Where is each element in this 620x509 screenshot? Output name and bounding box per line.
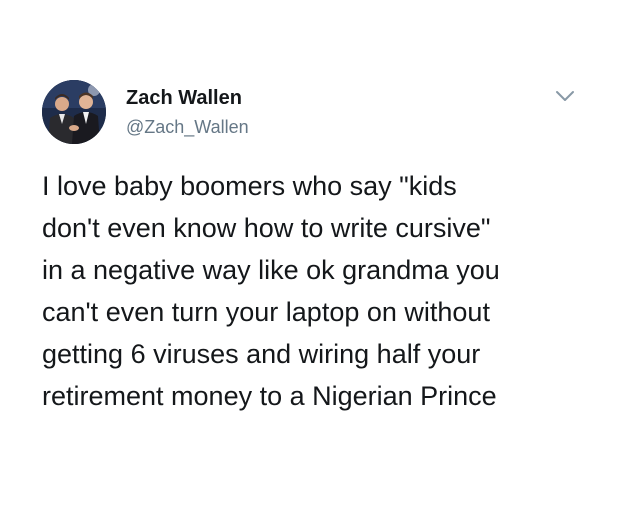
tweet-text-line: I love baby boomers who say "kids <box>42 171 457 201</box>
tweet-card: Zach Wallen @Zach_Wallen I love baby boo… <box>0 0 620 509</box>
profile-photo-icon <box>42 80 106 144</box>
author-name[interactable]: Zach Wallen <box>126 87 242 110</box>
author-handle[interactable]: @Zach_Wallen <box>126 117 249 138</box>
chevron-down-icon[interactable] <box>555 89 575 103</box>
tweet-text-line: don't even know how to write cursive" <box>42 213 491 243</box>
tweet-text: I love baby boomers who say "kids don't … <box>42 165 602 417</box>
avatar[interactable] <box>42 80 106 144</box>
tweet-text-line: can't even turn your laptop on without <box>42 297 490 327</box>
tweet-text-line: in a negative way like ok grandma you <box>42 255 500 285</box>
tweet-text-line: getting 6 viruses and wiring half your <box>42 339 481 369</box>
tweet-text-line: retirement money to a Nigerian Prince <box>42 381 497 411</box>
